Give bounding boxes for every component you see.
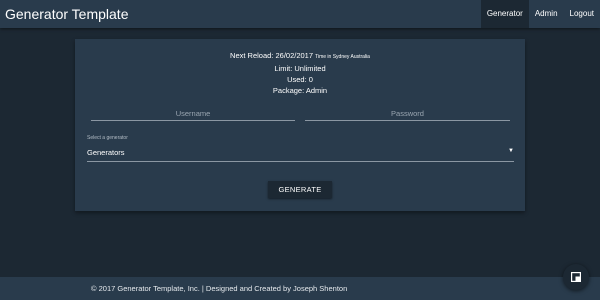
generate-button[interactable]: GENERATE	[268, 181, 332, 198]
caret-down-icon: ▼	[508, 148, 514, 154]
package-text: Package: Admin	[272, 86, 328, 95]
password-input[interactable]	[305, 105, 510, 122]
generator-select-label: Select a generator	[87, 135, 128, 141]
generator-card: Next Reload: 26/02/2017 Time in Sydney A…	[75, 39, 525, 211]
next-reload-line: Next Reload: 26/02/2017 Time in Sydney A…	[75, 50, 525, 63]
open-in-window-icon	[571, 272, 581, 282]
used-text: Used: 0	[287, 75, 313, 84]
nav-item-logout[interactable]: Logout	[564, 0, 600, 28]
limit-text: Limit: Unlimited	[274, 64, 326, 73]
floating-action-button[interactable]	[563, 264, 589, 290]
nav-item-generator[interactable]: Generator	[480, 0, 529, 28]
account-info: Next Reload: 26/02/2017 Time in Sydney A…	[75, 50, 525, 96]
footer-copyright: © 2017 Generator Template, Inc. | Design…	[91, 284, 348, 293]
nav-menu: Generator Admin Logout	[480, 0, 600, 28]
nav-item-admin[interactable]: Admin	[529, 0, 564, 28]
timezone-note: Time in Sydney Australia	[315, 54, 370, 60]
footer: © 2017 Generator Template, Inc. | Design…	[0, 277, 600, 300]
navbar: Generator Template Generator Admin Logou…	[0, 0, 600, 28]
brand-title[interactable]: Generator Template	[5, 6, 128, 22]
generator-select[interactable]: Generators ▼	[87, 145, 514, 162]
username-field-wrapper	[91, 103, 295, 122]
next-reload-text: Next Reload: 26/02/2017	[230, 51, 314, 60]
generator-select-value: Generators	[87, 148, 125, 157]
password-field-wrapper	[305, 103, 510, 122]
username-input[interactable]	[91, 105, 295, 122]
